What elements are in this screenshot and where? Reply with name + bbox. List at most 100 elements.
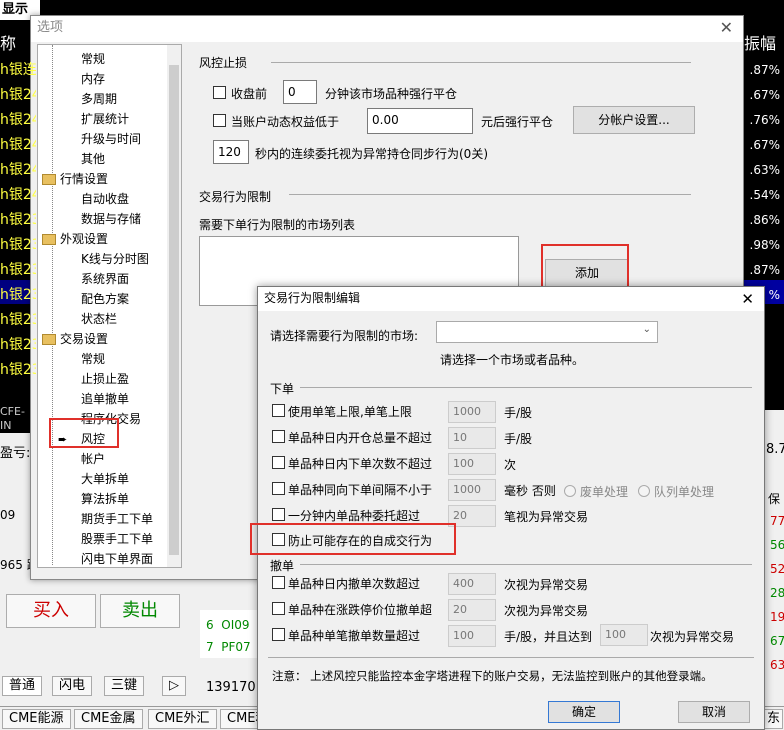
order-limit-checkbox[interactable] [272,404,285,417]
reject-order-radio[interactable] [564,485,576,497]
tab-normal[interactable]: 普通 [2,676,43,696]
tree-group[interactable]: 交易设置 [60,329,108,349]
seconds-input[interactable]: 120 [213,140,249,164]
sub-dialog-title: 交易行为限制编辑 [258,287,764,311]
tab-more-arrow[interactable]: ▷ [162,676,186,696]
order-limit-checkbox[interactable] [272,430,285,443]
order-limit-input[interactable]: 10 [448,427,496,449]
right-number: 52 [770,562,784,576]
order-limit-checkbox[interactable] [272,482,285,495]
tree-group[interactable]: 外观设置 [60,229,108,249]
queue-order-label: 队列单处理 [654,485,715,499]
quote-row-name[interactable]: h银23 [0,358,36,382]
quote-row-pct: .87% [749,263,781,277]
divider [271,62,691,63]
tree-item[interactable]: 闪电下单界面 [81,549,153,567]
quote-row-name[interactable]: h银24 [0,108,36,132]
tree-item[interactable]: 追单撤单 [81,389,129,409]
tree-item[interactable]: 常规 [81,49,105,69]
quote-row-name[interactable]: h银23 [0,233,36,257]
quote-row-name[interactable]: h银24 [0,158,36,182]
order-limit-unit: 毫秒 否则 [504,484,556,498]
order-limit-input[interactable]: 100 [448,453,496,475]
equity-input[interactable]: 0.00 [367,108,473,134]
order-limit-unit: 手/股 [504,432,533,446]
quote-row-name[interactable]: h银连 [0,58,36,82]
sub-account-settings-button[interactable]: 分帐户设置... [573,106,695,134]
tree-item[interactable]: 算法拆单 [81,489,129,509]
tree-item[interactable]: 其他 [81,149,105,169]
order-limit-checkbox[interactable] [272,508,285,521]
quote-row-name[interactable]: h银24 [0,183,36,207]
tree-item[interactable]: 帐户 [81,449,105,469]
queue-order-radio[interactable] [638,485,650,497]
tree-item[interactable]: 扩展统计 [81,109,129,129]
quote-row-name[interactable]: h银23 [0,208,36,232]
ok-button[interactable]: 确定 [548,701,620,723]
tree-group[interactable]: 行情设置 [60,169,108,189]
close-icon[interactable]: ✕ [720,18,733,37]
quote-row-pct: .86% [749,213,781,227]
cancel-limit-checkbox[interactable] [272,628,285,641]
tab-cme-energy[interactable]: CME能源 [2,709,71,729]
quote-row-name[interactable]: h银23 [0,333,36,357]
quote-row-name[interactable]: h银23 [0,258,36,282]
tree-item[interactable]: 期货手工下单 [81,509,153,529]
folder-icon [42,234,56,245]
tree-item[interactable]: 状态栏 [81,309,117,329]
right-number: 56 [770,538,784,552]
quote-row-name[interactable]: h银23 [0,308,36,332]
close-before-input[interactable]: 0 [283,80,317,104]
tree-item[interactable]: 自动收盘 [81,189,129,209]
tree-scrollbar[interactable] [167,45,181,567]
tab-cme-fx[interactable]: CME外汇 [148,709,217,729]
tree-item[interactable]: 大单拆单 [81,469,129,489]
tree-item[interactable]: 常规 [81,349,105,369]
cancel-extra-input[interactable]: 100 [600,624,648,646]
tab-three-key[interactable]: 三键 [104,676,145,696]
quote-row-pct: .54% [749,188,781,202]
sell-button[interactable]: 卖出 [100,594,180,628]
scrollbar-thumb[interactable] [169,65,179,555]
close-before-checkbox[interactable] [213,86,226,99]
cancel-limit-input[interactable]: 100 [448,625,496,647]
quote-row-pct: .87% [749,63,781,77]
order-limit-label: 单品种日内开仓总量不超过 [288,431,433,445]
order-section-title: 下单 [270,382,295,396]
cancel-limit-checkbox[interactable] [272,602,285,615]
tree-item[interactable]: 数据与存储 [81,209,141,229]
divider [300,387,752,388]
quote-row-name[interactable]: h银24 [0,133,36,157]
quote-row-name[interactable]: h银24 [0,83,36,107]
quote-row-pct [744,308,784,332]
cancel-button[interactable]: 取消 [678,701,750,723]
buy-button[interactable]: 买入 [6,594,96,628]
order-limit-checkbox[interactable] [272,456,285,469]
tab-lightning[interactable]: 闪电 [52,676,93,696]
equity-checkbox[interactable] [213,114,226,127]
tree-item[interactable]: 止损止盈 [81,369,129,389]
order-limit-input[interactable]: 1000 [448,401,496,423]
tree-item[interactable]: K线与分时图 [81,249,149,269]
tree-item[interactable]: 升级与时间 [81,129,141,149]
options-tree: 常规 内存 多周期 扩展统计 升级与时间 其他 行情设置 自动收盘 数据与存储 外观设置 K线与分时… [37,44,182,568]
market-select[interactable]: ⌄ [436,321,658,343]
order-limit-input[interactable]: 1000 [448,479,496,501]
quote-row-name[interactable]: h银23 [0,283,36,307]
tree-item[interactable]: 配色方案 [81,289,129,309]
tree-item[interactable]: 股票手工下单 [81,529,153,549]
cancel-limit-input[interactable]: 400 [448,573,496,595]
misc-num: 8.7 [766,442,784,457]
order-limit-label: 单品种同向下单间隔不小于 [288,483,433,497]
tree-item[interactable]: 系统界面 [81,269,129,289]
tree-item[interactable]: 多周期 [81,89,117,109]
risk-section-title: 风控止损 [199,56,248,70]
tab-east[interactable]: 东 [764,709,784,729]
quote-row-pct: .98% [749,238,781,252]
cancel-limit-checkbox[interactable] [272,576,285,589]
cancel-limit-label: 单品种日内撤单次数超过 [288,577,421,591]
tree-item[interactable]: 内存 [81,69,105,89]
cancel-limit-input[interactable]: 20 [448,599,496,621]
tab-cme-metal[interactable]: CME金属 [74,709,143,729]
list-item: 6 OI09 [206,618,250,632]
